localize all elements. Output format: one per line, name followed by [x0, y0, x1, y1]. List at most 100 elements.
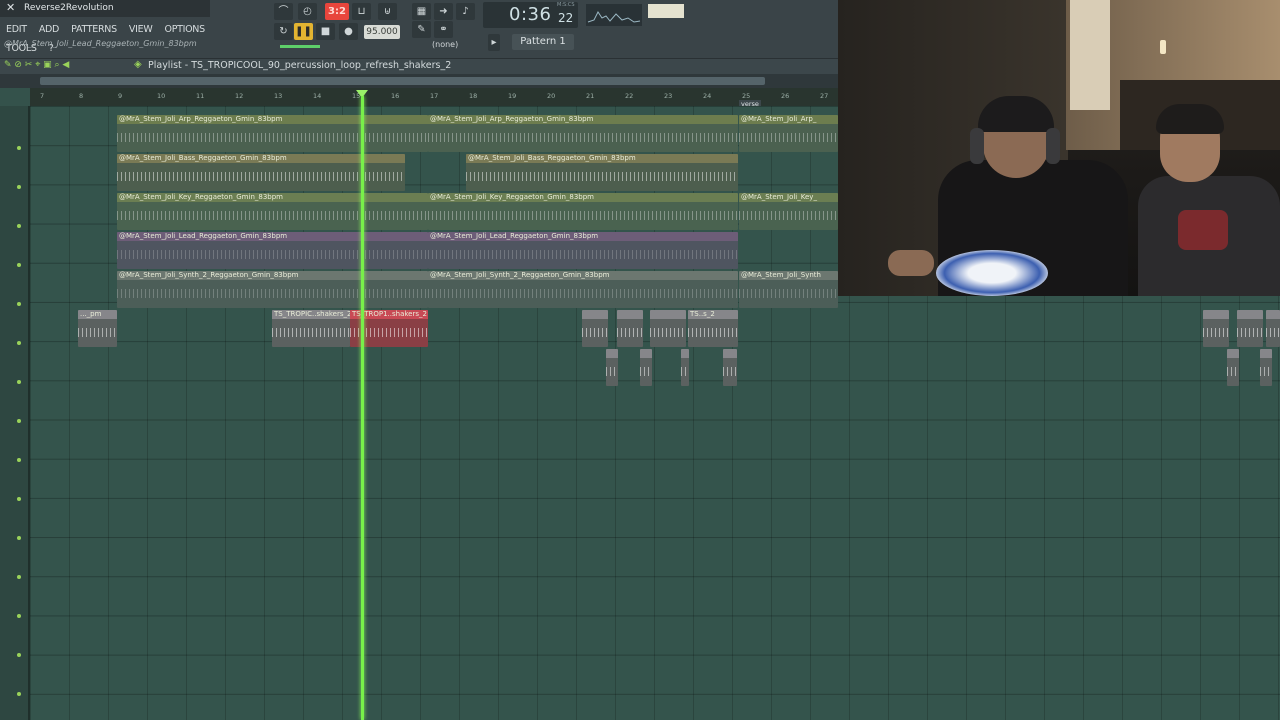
time-fraction: 22 [558, 11, 574, 25]
clip-shakers[interactable]: TS..s_2 [688, 310, 738, 347]
menu-bar: EDIT ADD PATTERNS VIEW OPTIONS TOOLS ? [6, 17, 216, 54]
scrollbar-thumb[interactable] [40, 77, 765, 85]
track-mute-icon[interactable] [17, 302, 21, 306]
track-mute-icon[interactable] [17, 536, 21, 540]
ruler-tick: 25 [742, 92, 751, 100]
loop-icon[interactable]: ↻ [274, 23, 293, 40]
menu-options[interactable]: OPTIONS [165, 24, 206, 35]
clip-hit[interactable] [681, 349, 689, 386]
none-selector[interactable]: (none) [432, 40, 468, 53]
ruler-tick: 27 [820, 92, 829, 100]
clip-hit[interactable] [723, 349, 737, 386]
clip-lead[interactable]: @MrA_Stem_Joli_Lead_Reggaeton_Gmin_83bpm [428, 232, 738, 269]
clip-label: TS_TROPIC..shakers_2 [272, 310, 350, 319]
clip-shakers[interactable]: TS_TROPIC..shakers_2 [272, 310, 350, 347]
webcam-lamp [1160, 40, 1166, 54]
clip-shakers[interactable] [650, 310, 686, 347]
menu-add[interactable]: ADD [39, 24, 60, 35]
headphones-icon [1046, 128, 1060, 164]
clip-shakers[interactable] [1266, 310, 1280, 347]
pattern-selector[interactable]: Pattern 1 [512, 34, 574, 50]
arrow-right-icon[interactable]: ➜ [434, 3, 453, 20]
loop-record-icon[interactable]: ⊎ [378, 3, 397, 20]
menu-edit[interactable]: EDIT [6, 24, 27, 35]
piano-icon[interactable]: ▦ [412, 3, 431, 20]
plate [936, 250, 1048, 296]
clip-key[interactable]: @MrA_Stem_Joli_Key_Reggaeton_Gmin_83bpm [117, 193, 428, 230]
clip-shakers[interactable] [582, 310, 608, 347]
snap-icon[interactable]: ⊔ [352, 3, 371, 20]
pencil-icon[interactable]: ✎ [412, 21, 431, 38]
pause-button[interactable]: ❚❚ [294, 23, 313, 40]
clip-pm[interactable]: ..._pm [78, 310, 117, 347]
record-button[interactable]: ● [339, 23, 358, 40]
clip-lead[interactable]: @MrA_Stem_Joli_Lead_Reggaeton_Gmin_83bpm [117, 232, 428, 269]
track-mute-icon[interactable] [17, 692, 21, 696]
tools-icons[interactable]: ✎ ⊘ ✂ ⌖ ▣ ⌕ ◀ [4, 60, 69, 70]
track-mute-icon[interactable] [17, 419, 21, 423]
clip-label: @MrA_Stem_Joli_Key_Reggaeton_Gmin_83bpm [117, 193, 428, 202]
track-mute-icon[interactable] [17, 263, 21, 267]
person-left-hand [888, 250, 934, 276]
clip-label: @MrA_Stem_Joli_Key_ [739, 193, 838, 202]
clip-key[interactable]: @MrA_Stem_Joli_Key_ [739, 193, 838, 230]
ruler-tick: 18 [469, 92, 478, 100]
master-pitch-slider[interactable] [280, 45, 320, 48]
clip-hit[interactable] [1260, 349, 1272, 386]
track-mute-icon[interactable] [17, 380, 21, 384]
track-header-column [0, 106, 30, 720]
clip-key[interactable]: @MrA_Stem_Joli_Key_Reggaeton_Gmin_83bpm [428, 193, 738, 230]
playlist-title: Playlist - TS_TROPICOOL_90_percussion_lo… [148, 60, 452, 71]
track-mute-icon[interactable] [17, 185, 21, 189]
ruler-tick: 17 [430, 92, 439, 100]
tempo-display[interactable]: 95.000 [364, 25, 400, 39]
track-mute-icon[interactable] [17, 575, 21, 579]
clip-arp[interactable]: @MrA_Stem_Joli_Arp_Reggaeton_Gmin_83bpm [117, 115, 428, 152]
clip-shakers[interactable] [1203, 310, 1229, 347]
playhead[interactable] [361, 96, 364, 720]
clip-hit[interactable] [1227, 349, 1239, 386]
track-mute-icon[interactable] [17, 341, 21, 345]
clip-label: @MrA_Stem_Joli_Lead_Reggaeton_Gmin_83bpm [117, 232, 428, 241]
track-mute-icon[interactable] [17, 653, 21, 657]
bell-icon[interactable]: ♪ [456, 3, 475, 20]
pattern-prev-icon[interactable]: ▸ [488, 34, 500, 51]
cpu-monitor [586, 4, 642, 26]
toolbar: ✕ Reverse2Revolution EDIT ADD PATTERNS V… [0, 0, 838, 58]
step-counter[interactable]: 3:2 [325, 3, 349, 20]
close-icon[interactable]: ✕ [6, 1, 15, 14]
clip-shakers[interactable] [1237, 310, 1263, 347]
clip-hit[interactable] [606, 349, 618, 386]
track-mute-icon[interactable] [17, 146, 21, 150]
clip-label: @MrA_Stem_Joli_Arp_ [739, 115, 838, 124]
clip-shakers[interactable] [617, 310, 643, 347]
wait-icon[interactable]: ◴ [298, 3, 317, 20]
ruler-tick: 11 [196, 92, 205, 100]
clip-arp[interactable]: @MrA_Stem_Joli_Arp_Reggaeton_Gmin_83bpm [428, 115, 738, 152]
clip-arp[interactable]: @MrA_Stem_Joli_Arp_ [739, 115, 838, 152]
time-label: M:S:CS [557, 2, 575, 8]
menu-view[interactable]: VIEW [129, 24, 153, 35]
ruler-tick: 23 [664, 92, 673, 100]
title-bar: ✕ Reverse2Revolution [0, 0, 210, 17]
horizontal-scrollbar[interactable] [0, 74, 838, 88]
clip-label: @MrA_Stem_Joli_Arp_Reggaeton_Gmin_83bpm [428, 115, 738, 124]
clip-synth[interactable]: @MrA_Stem_Joli_Synth [739, 271, 838, 308]
clip-synth[interactable]: @MrA_Stem_Joli_Synth_2_Reggaeton_Gmin_83… [117, 271, 428, 308]
ruler-tick: 20 [547, 92, 556, 100]
ruler-tick: 10 [157, 92, 166, 100]
clip-hit[interactable] [640, 349, 652, 386]
ruler-tick: 19 [508, 92, 517, 100]
track-mute-icon[interactable] [17, 224, 21, 228]
link-icon[interactable]: ⚭ [434, 21, 453, 38]
track-mute-icon[interactable] [17, 458, 21, 462]
stop-button[interactable]: ■ [316, 23, 335, 40]
webcam-door [1070, 0, 1110, 110]
clip-synth[interactable]: @MrA_Stem_Joli_Synth_2_Reggaeton_Gmin_83… [428, 271, 738, 308]
menu-patterns[interactable]: PATTERNS [71, 24, 117, 35]
clip-bass[interactable]: @MrA_Stem_Joli_Bass_Reggaeton_Gmin_83bpm [466, 154, 738, 191]
track-mute-icon[interactable] [17, 614, 21, 618]
metronome-icon[interactable]: ⌒ [274, 3, 293, 20]
playlist-arrows-icon[interactable]: ◈ [134, 59, 142, 70]
track-mute-icon[interactable] [17, 497, 21, 501]
